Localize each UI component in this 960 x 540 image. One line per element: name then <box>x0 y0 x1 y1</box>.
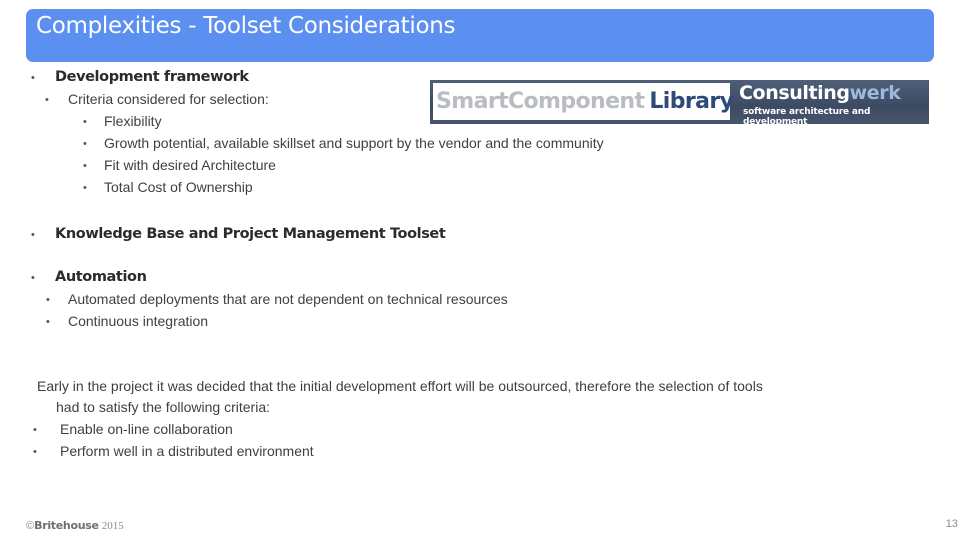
bullet-icon: • <box>31 229 35 241</box>
footer-brand: Britehouse <box>34 519 99 532</box>
paragraph-line-2: had to satisfy the following criteria: <box>56 399 270 415</box>
logo-text-smartcomponent: SmartComponent <box>436 89 645 114</box>
copyright-icon: © <box>26 520 35 532</box>
bullet-icon: • <box>83 116 87 128</box>
consultingwerk-logo: Consultingwerk software architecture and… <box>739 82 927 124</box>
section-heading-automation: Automation <box>55 269 147 285</box>
footer-copyright: ©Britehouse 2015 <box>26 519 124 532</box>
footer-year: 2015 <box>101 520 124 532</box>
criteria-item: Fit with desired Architecture <box>104 157 276 173</box>
bullet-icon: • <box>46 316 50 328</box>
bullet-icon: • <box>83 160 87 172</box>
section-heading-knowledge-base: Knowledge Base and Project Management To… <box>55 226 446 242</box>
bullet-icon: • <box>46 294 50 306</box>
criteria-item: Growth potential, available skillset and… <box>104 135 604 151</box>
paragraph-item: Enable on-line collaboration <box>60 421 233 437</box>
logo-text-library: Library <box>649 89 734 114</box>
automation-item: Automated deployments that are not depen… <box>68 291 508 307</box>
page-number: 13 <box>945 518 958 530</box>
criteria-item: Flexibility <box>104 113 162 129</box>
bullet-icon: • <box>31 72 35 84</box>
criteria-subheading: Criteria considered for selection: <box>68 91 269 107</box>
bullet-icon: • <box>33 446 37 458</box>
logo-text-werk: werk <box>849 82 901 104</box>
paragraph-line-1: Early in the project it was decided that… <box>37 378 763 394</box>
bullet-icon: • <box>83 182 87 194</box>
criteria-item: Total Cost of Ownership <box>104 179 253 195</box>
logo-text-consulting: Consulting <box>739 82 850 104</box>
bullet-icon: • <box>45 94 49 106</box>
bullet-icon: • <box>31 272 35 284</box>
bullet-icon: • <box>83 138 87 150</box>
logo-tagline: software architecture and development <box>743 107 871 124</box>
section-heading-development-framework: Development framework <box>55 69 249 85</box>
automation-item: Continuous integration <box>68 313 209 329</box>
smartcomponent-consultingwerk-logo: SmartComponent Library Consultingwerk so… <box>430 80 929 124</box>
bullet-icon: • <box>33 424 37 436</box>
smartcomponent-library-logo: SmartComponent Library <box>433 83 734 120</box>
paragraph-item: Perform well in a distributed environmen… <box>60 443 314 459</box>
